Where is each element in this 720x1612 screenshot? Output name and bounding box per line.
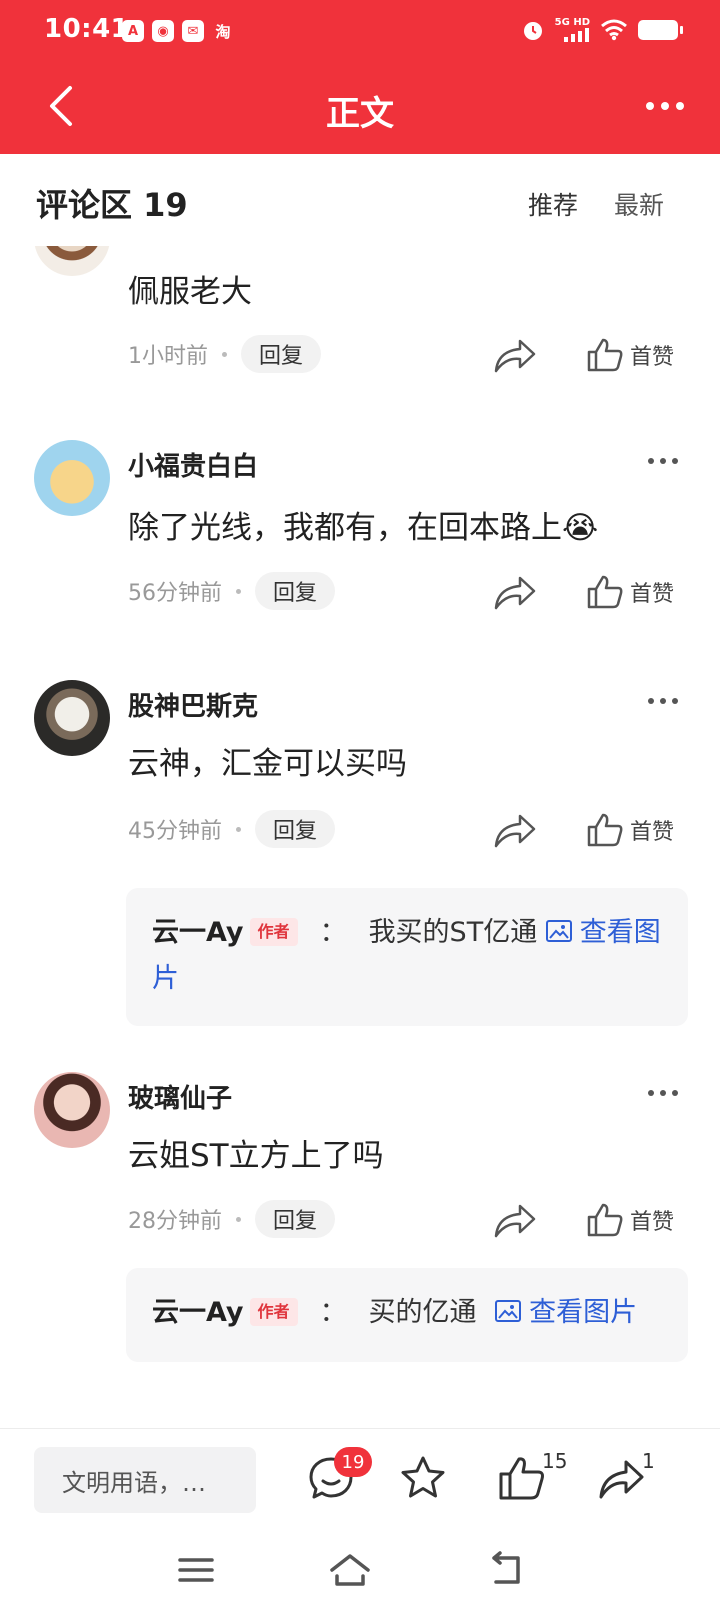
share-icon[interactable] <box>492 335 538 375</box>
nav-bar: 正文 <box>0 62 720 154</box>
like-button[interactable]: 首赞 <box>586 810 674 850</box>
status-time: 10:41 <box>44 14 130 44</box>
comment-username[interactable]: 股神巴斯克 <box>128 686 258 723</box>
taobao-icon: 淘 <box>215 22 231 41</box>
comment-meta: 56分钟前 回复 <box>128 572 336 610</box>
sub-reply-text: 买的亿通 <box>368 1297 477 1328</box>
thumb-up-icon <box>587 575 623 609</box>
like-label: 首赞 <box>630 820 675 845</box>
like-label: 首赞 <box>630 345 675 370</box>
reply-button[interactable]: 回复 <box>255 1200 336 1238</box>
app-notification-icon: A <box>122 20 144 42</box>
back-icon[interactable] <box>484 1548 528 1592</box>
avatar[interactable] <box>34 1072 110 1148</box>
comment-meta: 28分钟前 回复 <box>128 1200 336 1238</box>
comment-input[interactable]: 文明用语，… <box>34 1447 256 1513</box>
alarm-icon <box>523 22 542 40</box>
comment-content: 云姐ST立方上了吗 <box>128 1138 384 1174</box>
sub-reply-colon: ： <box>319 1297 347 1328</box>
separator-dot <box>236 826 241 832</box>
comment-item: 小福贵白白 除了光线，我都有，在回本路上😭 56分钟前 回复 首赞 <box>0 436 720 636</box>
thumb-up-icon[interactable] <box>496 1453 546 1503</box>
like-label: 首赞 <box>630 582 675 607</box>
comment-meta: 45分钟前 回复 <box>128 810 336 848</box>
page-title: 正文 <box>326 94 394 134</box>
sub-reply[interactable]: 云一Ay 作者 ： 买的亿通 查看图片 <box>126 1268 688 1362</box>
view-image-link[interactable]: 查看图片 <box>495 1297 637 1328</box>
avatar[interactable] <box>34 680 110 756</box>
comment-more-button[interactable] <box>648 458 678 464</box>
sub-reply-username[interactable]: 云一Ay <box>152 1297 244 1328</box>
image-icon <box>495 1300 522 1322</box>
separator-dot <box>236 588 241 594</box>
like-button[interactable]: 首赞 <box>586 1200 674 1240</box>
menu-icon[interactable] <box>174 1548 218 1592</box>
image-icon <box>545 920 572 942</box>
comment-time: 45分钟前 <box>128 819 222 844</box>
app-notification-icon: ◉ <box>152 20 174 42</box>
author-badge: 作者 <box>249 1298 298 1326</box>
like-count: 15 <box>542 1449 568 1473</box>
like-label: 首赞 <box>630 1210 675 1235</box>
thumb-up-icon <box>587 338 623 372</box>
comments-header: 评论区 19 推荐 最新 <box>0 154 720 246</box>
share-icon[interactable] <box>492 572 538 612</box>
sub-reply-username[interactable]: 云一Ay <box>152 917 244 948</box>
comment-time: 1小时前 <box>128 344 208 369</box>
system-nav-bar <box>0 1528 720 1612</box>
comment-username[interactable]: 小福贵白白 <box>128 446 258 483</box>
comments-title: 评论区 19 <box>36 186 188 224</box>
status-app-icons: A ◉ ✉ 淘 <box>122 20 234 42</box>
comment-more-button[interactable] <box>648 1090 678 1096</box>
comment-content: 除了光线，我都有，在回本路上😭 <box>128 510 599 546</box>
comment-meta: 1小时前 回复 <box>128 335 322 373</box>
top-bar: 10:41 A ◉ ✉ 淘 5G HD 正文 <box>0 0 720 154</box>
reply-button[interactable]: 回复 <box>255 810 336 848</box>
star-icon[interactable] <box>398 1453 448 1503</box>
separator-dot <box>236 1216 241 1222</box>
like-button[interactable]: 首赞 <box>586 572 674 612</box>
like-button[interactable]: 首赞 <box>586 335 674 375</box>
status-right: 5G HD <box>521 18 683 42</box>
comment-content: 佩服老大 <box>128 274 252 310</box>
bottom-action-bar: 文明用语，… 19 15 1 <box>0 1428 720 1528</box>
mail-icon: ✉ <box>182 20 204 42</box>
separator-dot <box>222 351 227 357</box>
comment-content: 云神，汇金可以买吗 <box>128 746 407 782</box>
signal-indicator: 5G HD <box>555 18 590 42</box>
comment-time: 28分钟前 <box>128 1209 222 1234</box>
share-icon[interactable] <box>596 1453 646 1503</box>
status-bar: 10:41 A ◉ ✉ 淘 5G HD <box>0 0 720 62</box>
reply-button[interactable]: 回复 <box>255 572 336 610</box>
wifi-icon <box>601 19 627 41</box>
home-icon[interactable] <box>328 1548 372 1592</box>
thumb-up-icon <box>587 1203 623 1237</box>
share-icon[interactable] <box>492 1200 538 1240</box>
more-dots-icon <box>646 102 654 110</box>
comment-item: 玻璃仙子 云姐ST立方上了吗 28分钟前 回复 首赞 云一Ay 作者 ： 买的亿通 查… <box>0 1072 720 1402</box>
sub-reply-text: 我买的ST亿通 <box>368 917 538 948</box>
sub-reply[interactable]: 云一Ay 作者：我买的ST亿通 查看图片 <box>126 888 688 1026</box>
author-badge: 作者 <box>249 918 298 946</box>
more-options-button[interactable] <box>640 88 690 124</box>
avatar[interactable] <box>34 440 110 516</box>
share-count: 1 <box>642 1449 655 1473</box>
share-icon[interactable] <box>492 810 538 850</box>
comment-username[interactable]: 玻璃仙子 <box>128 1078 232 1115</box>
tab-recommend[interactable]: 推荐 <box>528 186 578 222</box>
reply-button[interactable]: 回复 <box>241 335 322 373</box>
comment-more-button[interactable] <box>648 698 678 704</box>
battery-icon <box>638 20 683 40</box>
thumb-up-icon <box>587 813 623 847</box>
comment-count-badge: 19 <box>334 1447 372 1477</box>
sub-reply-colon: ： <box>319 917 347 948</box>
comment-item: 股神巴斯克 云神，汇金可以买吗 45分钟前 回复 首赞 云一Ay 作者 ： 我买的ST… <box>0 680 720 1040</box>
tab-latest[interactable]: 最新 <box>614 186 664 222</box>
comment-time: 56分钟前 <box>128 581 222 606</box>
